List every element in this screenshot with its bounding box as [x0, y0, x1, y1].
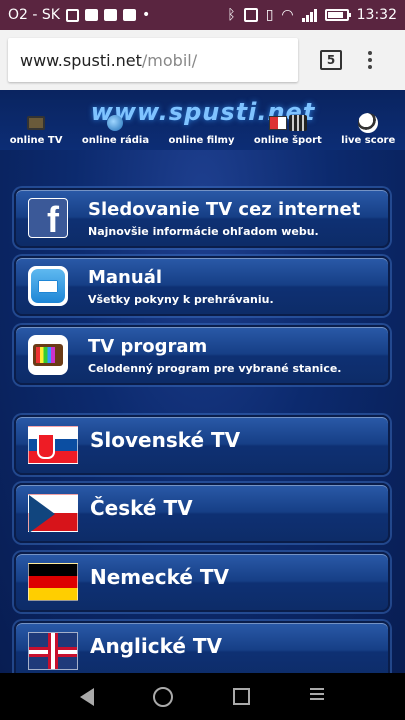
nfc-icon — [243, 8, 258, 22]
tab-switcher-button[interactable]: 5 — [320, 50, 342, 70]
signal-icon — [301, 8, 317, 22]
menu-subtitle: Všetky pokyny k prehrávaniu. — [88, 292, 274, 306]
web-page: www.spusti.net online TV online rádia on… — [0, 90, 405, 673]
back-icon[interactable] — [79, 687, 94, 706]
soccer-ball-icon — [358, 113, 379, 133]
url-path: /mobil/ — [141, 50, 198, 70]
country-item-czech[interactable]: České TV — [14, 483, 390, 543]
address-bar[interactable]: www.spusti.net/mobil/ — [8, 38, 298, 82]
bag-notification-icon — [122, 9, 136, 21]
uk-flag-icon — [28, 632, 78, 670]
book-icon — [28, 266, 68, 306]
menu-item-manual[interactable]: Manuál Všetky pokyny k prehrávaniu. — [14, 256, 390, 316]
battery-icon — [324, 9, 351, 21]
country-title: Slovenské TV — [90, 428, 241, 452]
browser-toolbar: www.spusti.net/mobil/ 5 — [0, 30, 405, 90]
country-item-english[interactable]: Anglické TV — [14, 621, 390, 673]
clock: 13:32 — [356, 7, 397, 23]
vibrate-icon: ▯ — [265, 7, 274, 23]
menu-title: Sledovanie TV cez internet — [88, 198, 361, 220]
carrier-label: O2 - SK — [8, 7, 60, 23]
slovak-flag-icon — [28, 426, 78, 464]
german-flag-icon — [28, 563, 78, 601]
nav-label: live score — [341, 135, 396, 146]
nav-online-filmy[interactable]: online filmy — [168, 112, 234, 146]
country-title: České TV — [90, 496, 193, 520]
nav-label: online rádia — [81, 135, 150, 146]
nav-label: online filmy — [168, 135, 235, 146]
czech-flag-icon — [28, 494, 78, 533]
recent-apps-icon[interactable] — [232, 688, 250, 705]
bag-notification-icon — [103, 9, 117, 21]
nav-online-tv[interactable]: online TV — [9, 112, 63, 146]
notification-pull-icon[interactable] — [309, 687, 325, 706]
country-title: Anglické TV — [90, 634, 223, 658]
tab-count: 5 — [326, 53, 336, 67]
menu-title: Manuál — [88, 266, 163, 288]
nav-online-sport[interactable]: online šport — [254, 112, 322, 146]
wifi-icon: ◠ — [281, 7, 294, 23]
nav-online-radia[interactable]: online rádia — [82, 112, 149, 146]
country-title: Nemecké TV — [90, 565, 229, 589]
country-item-slovak[interactable]: Slovenské TV — [14, 415, 390, 475]
globe-icon — [107, 115, 124, 131]
menu-item-tv-program[interactable]: TV program Celodenný program pre vybrané… — [14, 325, 390, 385]
nav-label: online šport — [253, 135, 322, 146]
more-notifications-icon: • — [141, 7, 151, 23]
overflow-menu-icon[interactable] — [368, 51, 372, 69]
film-icon — [288, 115, 307, 131]
status-bar: O2 - SK • ᛒ ▯ ◠ 13:32 — [0, 0, 405, 30]
home-icon[interactable] — [153, 686, 174, 707]
url-host: www.spusti.net — [20, 50, 142, 70]
nav-live-score[interactable]: live score — [341, 112, 395, 146]
country-item-german[interactable]: Nemecké TV — [14, 552, 390, 612]
image-notification-icon — [65, 8, 79, 22]
system-nav-bar — [0, 673, 405, 720]
tv-icon — [27, 116, 46, 130]
site-nav: online TV online rádia online filmy onli… — [0, 112, 405, 146]
menu-item-facebook[interactable]: f Sledovanie TV cez internet Najnovšie i… — [14, 188, 390, 248]
site-header: www.spusti.net online TV online rádia on… — [0, 90, 405, 150]
menu-subtitle: Najnovšie informácie ohľadom webu. — [88, 224, 319, 238]
tv-icon — [28, 335, 68, 375]
facebook-icon: f — [28, 198, 68, 238]
menu-subtitle: Celodenný program pre vybrané stanice. — [88, 361, 342, 375]
bag-notification-icon — [84, 9, 98, 21]
bluetooth-icon: ᛒ — [227, 7, 236, 23]
nav-label: online TV — [9, 135, 63, 146]
flag-icon — [268, 116, 287, 130]
menu-title: TV program — [88, 335, 208, 357]
